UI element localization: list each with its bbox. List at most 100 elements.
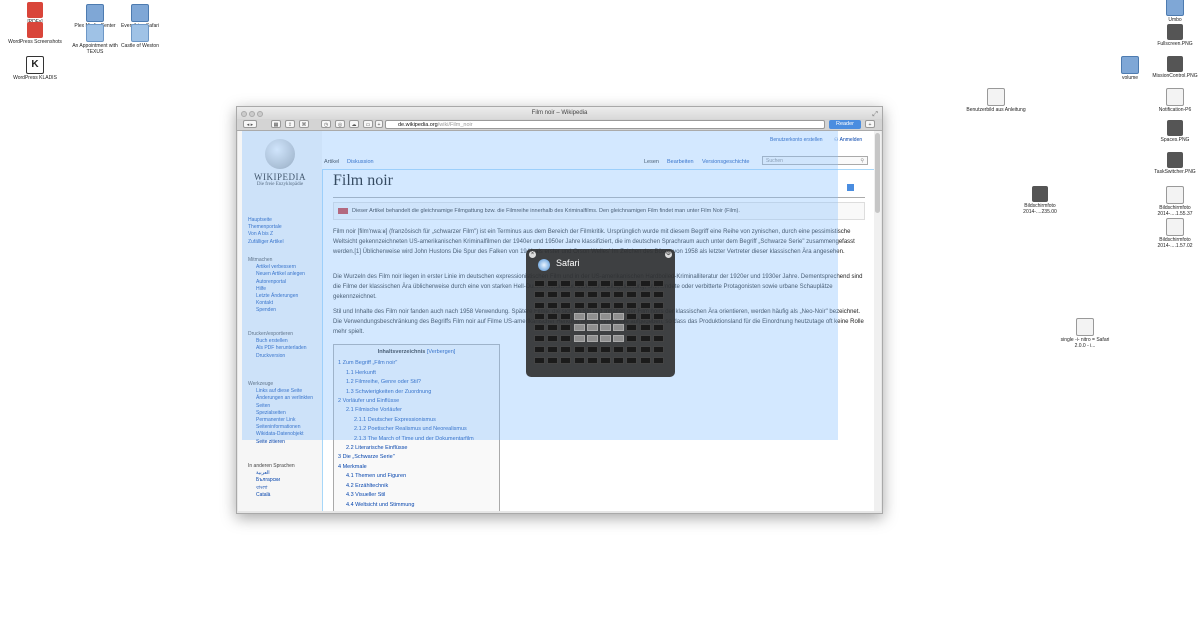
space-cell[interactable] <box>626 291 638 298</box>
space-cell[interactable] <box>547 313 559 320</box>
reading-list-icon[interactable]: ◎ <box>335 120 345 128</box>
space-cell[interactable] <box>547 335 559 342</box>
space-cell[interactable] <box>639 324 651 331</box>
space-cell[interactable] <box>652 335 664 342</box>
zoom-window-icon[interactable] <box>257 111 263 117</box>
space-cell[interactable] <box>639 302 651 309</box>
space-cell[interactable] <box>573 291 585 298</box>
space-cell[interactable] <box>586 280 598 287</box>
space-cell[interactable] <box>613 357 625 364</box>
space-cell[interactable] <box>573 346 585 353</box>
history-icon[interactable]: ◷ <box>321 120 331 128</box>
toc-entry[interactable]: 4.3 Visueller Stil <box>338 491 495 500</box>
scrollbar-thumb[interactable] <box>875 133 880 213</box>
space-cell[interactable] <box>652 302 664 309</box>
space-cell[interactable] <box>560 357 572 364</box>
space-cell-active[interactable] <box>600 313 611 320</box>
desktop-icon[interactable]: Benutzerbild aus Anleitung <box>966 88 1026 113</box>
space-cell[interactable] <box>600 302 611 309</box>
space-cell[interactable] <box>626 335 638 342</box>
desktop-icon[interactable]: MissionControl.PNG <box>1145 56 1200 79</box>
space-cell[interactable] <box>560 291 572 298</box>
space-cell[interactable] <box>547 280 559 287</box>
space-cell-active[interactable] <box>586 324 598 331</box>
space-cell[interactable] <box>600 346 611 353</box>
space-cell[interactable] <box>600 357 611 364</box>
space-cell[interactable] <box>547 357 559 364</box>
space-cell[interactable] <box>613 291 625 298</box>
toc-entry[interactable]: 3 Die „Schwarze Serie" <box>338 453 495 462</box>
space-cell[interactable] <box>652 291 664 298</box>
desktop-icon[interactable]: Notification-P6 <box>1145 88 1200 113</box>
space-cell[interactable] <box>652 346 664 353</box>
space-cell[interactable] <box>626 302 638 309</box>
space-cell[interactable] <box>639 291 651 298</box>
space-cell[interactable] <box>560 302 572 309</box>
space-cell[interactable] <box>534 324 545 331</box>
toc-entry[interactable]: 2.2 Literarische Einflüsse <box>338 444 495 453</box>
space-cell[interactable] <box>573 302 585 309</box>
space-cell[interactable] <box>534 357 545 364</box>
language-link[interactable]: العربية <box>256 470 295 477</box>
language-link[interactable]: বাংলা <box>256 485 295 492</box>
minimize-window-icon[interactable] <box>249 111 255 117</box>
desktop-icon[interactable]: Bildschirmfoto 2014-....235.00 <box>1010 186 1070 215</box>
vertical-scrollbar[interactable] <box>874 131 881 511</box>
space-cell-active[interactable] <box>600 335 611 342</box>
address-bar[interactable]: de.wikipedia.org/wiki/Film_noir <box>385 120 825 129</box>
space-cell[interactable] <box>560 313 572 320</box>
space-cell[interactable] <box>600 280 611 287</box>
space-cell-active[interactable] <box>573 313 585 320</box>
space-cell-active[interactable] <box>586 335 598 342</box>
login-link[interactable]: ⚇ Anmelden <box>834 137 862 143</box>
space-cell-active[interactable] <box>613 335 625 342</box>
space-cell[interactable] <box>586 302 598 309</box>
space-cell[interactable] <box>534 302 545 309</box>
space-cell[interactable] <box>560 324 572 331</box>
space-cell[interactable] <box>586 291 598 298</box>
languages-icon[interactable] <box>847 184 854 191</box>
space-cell[interactable] <box>639 346 651 353</box>
space-cell[interactable] <box>547 346 559 353</box>
space-cell[interactable] <box>534 335 545 342</box>
space-cell[interactable] <box>534 291 545 298</box>
desktop-icon[interactable]: WordPress Screenshots <box>5 22 65 45</box>
search-icon[interactable]: ⚲ <box>860 157 864 166</box>
space-cell[interactable] <box>547 302 559 309</box>
toc-entry[interactable]: 4.2 Erzähltechnik <box>338 482 495 491</box>
space-cell[interactable] <box>600 291 611 298</box>
new-tab-icon[interactable]: + <box>865 120 875 128</box>
sidebar-icon[interactable]: ▭ <box>363 120 373 128</box>
space-cell-active[interactable] <box>586 313 598 320</box>
space-cell-active[interactable] <box>600 324 611 331</box>
space-cell[interactable] <box>652 324 664 331</box>
hud-settings-icon[interactable]: ⚙ <box>665 251 672 258</box>
reader-button[interactable]: Reader <box>829 120 861 129</box>
desktop-icon[interactable]: K WordPress KLADIS <box>5 56 65 81</box>
space-cell[interactable] <box>534 280 545 287</box>
desktop-icon[interactable]: Bildschirmfoto 2014-....1.57.02 <box>1145 218 1200 249</box>
language-link[interactable]: Català <box>256 492 295 499</box>
desktop-icon[interactable]: single -i- nitro = Safari 2.0.0 - i... <box>1055 318 1115 349</box>
toc-entry[interactable]: 4.1 Themen und Figuren <box>338 472 495 481</box>
space-cell[interactable] <box>626 324 638 331</box>
desktop-icon[interactable]: Umbo <box>1145 0 1200 23</box>
space-cell[interactable] <box>560 346 572 353</box>
space-cell[interactable] <box>652 357 664 364</box>
space-cell[interactable] <box>547 324 559 331</box>
space-cell[interactable] <box>613 280 625 287</box>
space-cell-active[interactable] <box>613 324 625 331</box>
bookmarks-icon[interactable]: ⌘ <box>299 120 309 128</box>
space-cell[interactable] <box>586 346 598 353</box>
space-cell[interactable] <box>560 335 572 342</box>
hud-close-icon[interactable]: × <box>529 251 536 258</box>
space-cell-active[interactable] <box>573 335 585 342</box>
space-cell[interactable] <box>639 335 651 342</box>
toc-entry[interactable]: 4 Merkmale <box>338 463 495 472</box>
space-cell[interactable] <box>534 313 545 320</box>
space-cell[interactable] <box>547 291 559 298</box>
space-cell[interactable] <box>613 302 625 309</box>
space-cell[interactable] <box>573 357 585 364</box>
back-forward-icon[interactable]: ◂ ▸ <box>243 120 257 128</box>
desktop-icon[interactable]: TaskSwitcher.PNG <box>1145 152 1200 175</box>
